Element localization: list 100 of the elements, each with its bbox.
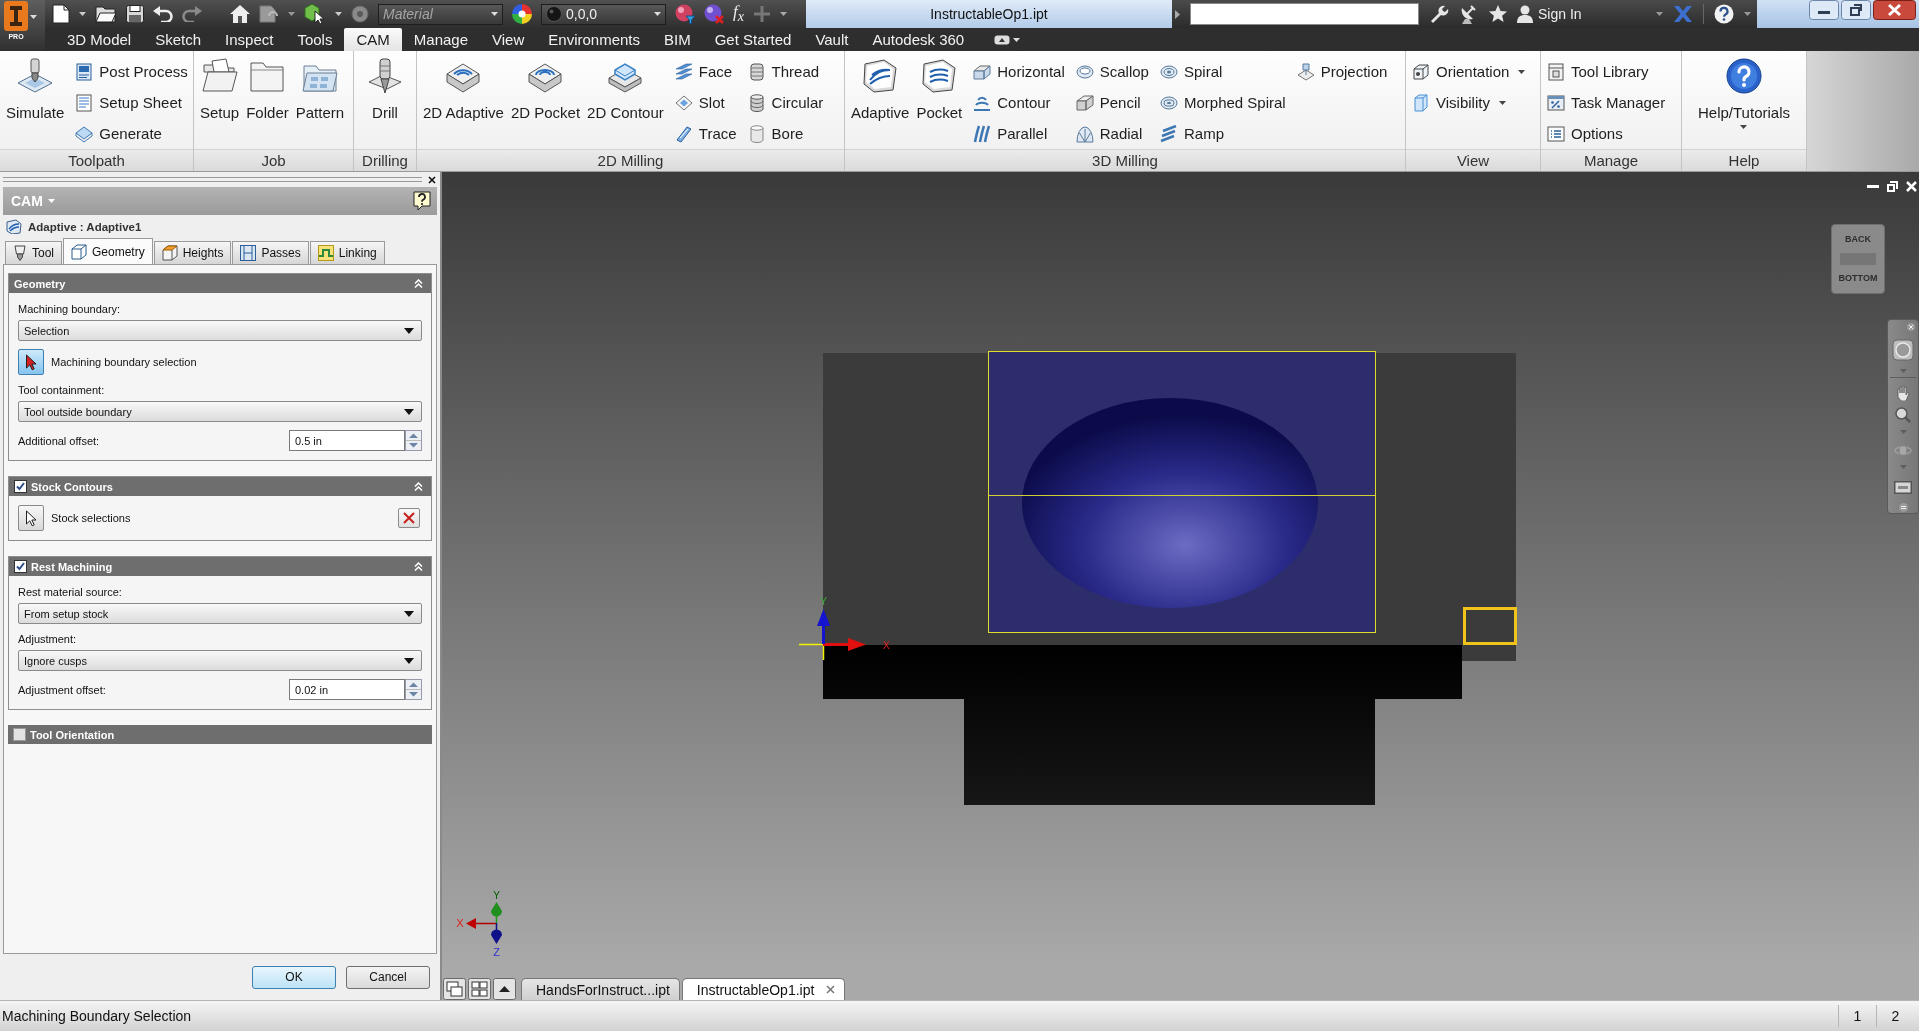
caret-icon[interactable] — [1013, 37, 1021, 42]
caret-icon[interactable] — [335, 12, 342, 16]
sphere-remove-icon[interactable] — [704, 4, 724, 24]
ribbon-tab[interactable]: 3D Model — [55, 28, 144, 51]
caret-icon[interactable] — [1744, 12, 1751, 16]
refresh-document-icon[interactable] — [259, 5, 279, 23]
panel-tab[interactable]: Heights — [153, 241, 232, 264]
checkbox-icon[interactable] — [14, 480, 27, 493]
ribbon-tab[interactable]: Tools — [285, 28, 345, 51]
undo-icon[interactable] — [153, 6, 173, 22]
ribbon-button[interactable]: Ramp — [1158, 118, 1287, 149]
selection-button[interactable] — [18, 505, 44, 531]
restore-icon[interactable] — [1841, 0, 1871, 20]
ribbon-button[interactable]: Contour — [972, 87, 1066, 118]
ribbon-button[interactable]: Post Process — [74, 56, 189, 87]
spinner-icon[interactable] — [405, 679, 422, 700]
ribbon-tab[interactable]: Sketch — [143, 28, 214, 51]
cascade-windows-icon[interactable] — [443, 978, 466, 1001]
restore-icon[interactable] — [1887, 181, 1898, 192]
dropdown[interactable]: Ignore cusps — [18, 650, 422, 671]
ribbon-button[interactable]: 2D Contour — [586, 54, 665, 148]
close-icon[interactable] — [428, 175, 436, 184]
ribbon-button[interactable]: 2D Adaptive — [422, 54, 505, 148]
ribbon-button[interactable]: Pocket — [915, 54, 964, 148]
clear-button[interactable] — [398, 508, 420, 528]
panel-toggle-icon[interactable] — [994, 34, 1011, 45]
hand-icon[interactable] — [1895, 385, 1911, 401]
ribbon-button[interactable]: Scallop — [1074, 56, 1150, 87]
ribbon-button[interactable]: Simulate — [5, 54, 66, 148]
redo-icon[interactable] — [182, 6, 202, 22]
ribbon-tab[interactable]: BIM — [652, 28, 703, 51]
plus-icon[interactable] — [753, 5, 772, 23]
group-header[interactable]: Rest Machining — [9, 557, 431, 576]
ribbon-button[interactable]: Circular — [746, 87, 825, 118]
panel-tab[interactable]: Passes — [232, 241, 309, 264]
ribbon-button[interactable]: Pencil — [1074, 87, 1150, 118]
ribbon-tab[interactable]: Autodesk 360 — [860, 28, 977, 51]
selection-button[interactable] — [18, 349, 44, 375]
ribbon-button[interactable]: Setup Sheet — [74, 87, 189, 118]
panel-tab[interactable]: Geometry — [63, 238, 153, 264]
ribbon-button[interactable]: Spiral — [1158, 56, 1287, 87]
group-header[interactable]: Stock Contours — [9, 477, 431, 496]
number-field[interactable]: 0.5 in — [289, 430, 405, 451]
ribbon-button[interactable]: Visibility — [1411, 87, 1527, 118]
dial-icon[interactable] — [351, 5, 369, 23]
ribbon-button[interactable]: Projection — [1295, 56, 1389, 87]
ribbon-button[interactable]: Generate — [74, 118, 189, 149]
steering-wheel-icon[interactable] — [1892, 339, 1914, 361]
star-icon[interactable] — [1489, 5, 1507, 23]
ribbon-tab[interactable]: Inspect — [213, 28, 286, 51]
panel-tab[interactable]: Linking — [309, 241, 385, 264]
ribbon-button[interactable]: Pattern — [294, 54, 346, 148]
dialog-button[interactable]: Cancel — [346, 965, 430, 989]
color-wheel-icon[interactable] — [512, 4, 532, 24]
ribbon-button[interactable]: Radial — [1074, 118, 1150, 149]
ribbon-button[interactable]: Slot — [673, 87, 738, 118]
dropdown[interactable]: Tool outside boundary — [18, 401, 422, 422]
look-at-icon[interactable] — [1894, 481, 1912, 494]
help-icon[interactable] — [1714, 4, 1734, 24]
ribbon-tab[interactable]: Get Started — [702, 28, 804, 51]
caret-icon[interactable] — [780, 12, 788, 16]
ribbon-button[interactable]: Options — [1546, 118, 1667, 149]
ribbon-button[interactable]: Setup — [199, 54, 241, 148]
tile-windows-icon[interactable] — [468, 978, 491, 1001]
ribbon-tab[interactable]: CAM — [344, 28, 402, 51]
ribbon-button[interactable]: Task Manager — [1546, 87, 1667, 118]
ribbon-tab[interactable]: View — [480, 28, 537, 51]
appearance-dropdown[interactable]: 0,0,0 — [541, 3, 666, 25]
document-tab[interactable]: HandsForInstruct...ipt — [521, 978, 680, 1001]
search-field[interactable] — [1190, 3, 1419, 25]
group-header[interactable]: Tool Orientation — [8, 725, 432, 744]
ribbon-button[interactable]: Folder — [245, 54, 290, 148]
collapse-chevrons-icon[interactable] — [414, 279, 423, 288]
sign-in-button[interactable]: Sign In — [1517, 5, 1582, 23]
ribbon-button[interactable]: Adaptive — [850, 54, 911, 148]
close-icon[interactable] — [1873, 0, 1916, 20]
ribbon-button[interactable]: Thread — [746, 56, 825, 87]
ribbon-button[interactable]: Drill — [366, 54, 404, 148]
dropdown[interactable]: Selection — [18, 320, 422, 341]
number-field[interactable]: 0.02 in — [289, 679, 405, 700]
ribbon-tab[interactable]: Manage — [401, 28, 481, 51]
ribbon-button[interactable]: Orientation — [1411, 56, 1527, 87]
ribbon-button[interactable]: Face — [673, 56, 738, 87]
ribbon-button[interactable]: 2D Pocket — [509, 54, 582, 148]
caret-icon[interactable] — [1656, 12, 1663, 16]
collapse-chevrons-icon[interactable] — [414, 482, 423, 491]
save-icon[interactable] — [126, 5, 144, 23]
home-icon[interactable] — [230, 5, 250, 23]
document-tab[interactable]: InstructableOp1.ipt — [681, 978, 846, 1001]
dialog-button[interactable]: OK — [252, 965, 336, 989]
new-file-icon[interactable] — [52, 4, 70, 24]
zoom-icon[interactable] — [1895, 407, 1911, 423]
expand-arrow-icon[interactable] — [1175, 9, 1180, 19]
spinner-icon[interactable] — [405, 430, 422, 451]
function-button[interactable]: f$_{x}$ — [733, 2, 745, 26]
ribbon-button[interactable]: Morphed Spiral — [1158, 87, 1287, 118]
menu-circle-icon[interactable] — [1898, 503, 1908, 512]
selection-box[interactable] — [1463, 607, 1517, 645]
open-icon[interactable] — [95, 5, 117, 23]
panel-tab[interactable]: Tool — [5, 241, 62, 264]
